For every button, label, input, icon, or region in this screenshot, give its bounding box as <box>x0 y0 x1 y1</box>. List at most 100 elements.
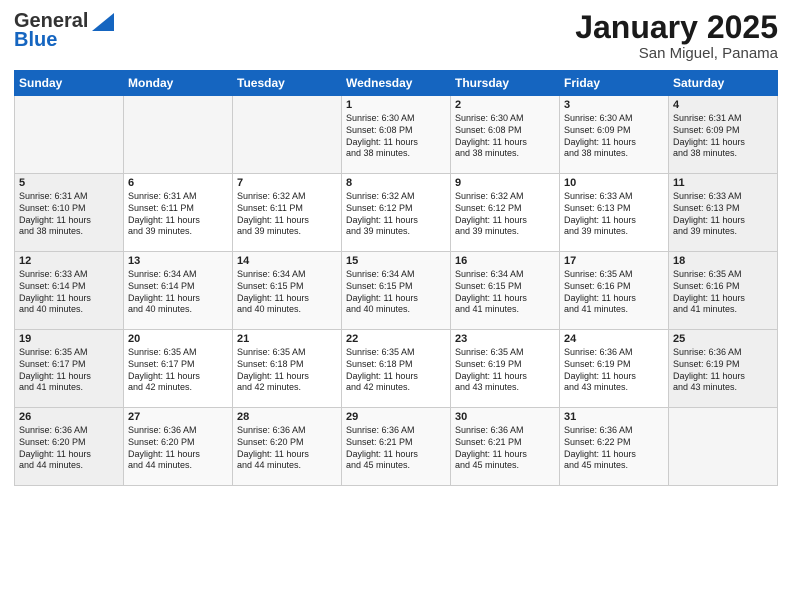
day-info: Sunset: 6:19 PM <box>673 359 773 371</box>
day-info: Sunrise: 6:36 AM <box>346 425 446 437</box>
day-info: and 43 minutes. <box>673 382 773 394</box>
day-cell <box>233 96 342 174</box>
day-number: 25 <box>673 333 773 345</box>
day-cell: 16Sunrise: 6:34 AMSunset: 6:15 PMDayligh… <box>451 252 560 330</box>
day-info: Sunrise: 6:35 AM <box>673 269 773 281</box>
day-cell: 5Sunrise: 6:31 AMSunset: 6:10 PMDaylight… <box>15 174 124 252</box>
day-info: Sunrise: 6:34 AM <box>346 269 446 281</box>
title-area: January 2025 San Miguel, Panama <box>575 10 778 62</box>
day-info: Daylight: 11 hours <box>128 215 228 227</box>
day-cell <box>124 96 233 174</box>
day-cell: 10Sunrise: 6:33 AMSunset: 6:13 PMDayligh… <box>560 174 669 252</box>
day-info: Sunset: 6:17 PM <box>128 359 228 371</box>
day-info: Sunrise: 6:35 AM <box>455 347 555 359</box>
day-info: Sunset: 6:09 PM <box>673 125 773 137</box>
day-info: and 39 minutes. <box>128 226 228 238</box>
day-info: Sunset: 6:11 PM <box>128 203 228 215</box>
day-cell: 23 Sunrise: 6:35 AMSunset: 6:19 PMDayligh… <box>451 330 560 408</box>
day-cell: 17Sunrise: 6:35 AMSunset: 6:16 PMDayligh… <box>560 252 669 330</box>
day-cell: 4Sunrise: 6:31 AMSunset: 6:09 PMDaylight… <box>669 96 778 174</box>
day-info: and 38 minutes. <box>564 148 664 160</box>
day-cell: 12Sunrise: 6:33 AMSunset: 6:14 PMDayligh… <box>15 252 124 330</box>
day-info: Sunset: 6:14 PM <box>128 281 228 293</box>
day-info: Sunrise: 6:35 AM <box>237 347 337 359</box>
day-cell: 28Sunrise: 6:36 AMSunset: 6:20 PMDayligh… <box>233 408 342 486</box>
day-cell: 7Sunrise: 6:32 AMSunset: 6:11 PMDaylight… <box>233 174 342 252</box>
day-number: 21 <box>237 333 337 345</box>
day-info: and 38 minutes. <box>346 148 446 160</box>
day-info: Sunrise: 6:30 AM <box>455 113 555 125</box>
day-cell: 19Sunrise: 6:35 AMSunset: 6:17 PMDayligh… <box>15 330 124 408</box>
day-info: Daylight: 11 hours <box>346 137 446 149</box>
day-info: and 38 minutes. <box>673 148 773 160</box>
day-info: Sunset: 6:18 PM <box>237 359 337 371</box>
day-info: and 44 minutes. <box>128 460 228 472</box>
day-info: Sunset: 6:14 PM <box>19 281 119 293</box>
day-cell: 1Sunrise: 6:30 AMSunset: 6:08 PMDaylight… <box>342 96 451 174</box>
col-thursday: Thursday <box>451 71 560 96</box>
col-tuesday: Tuesday <box>233 71 342 96</box>
day-info: Daylight: 11 hours <box>237 449 337 461</box>
calendar-title: January 2025 <box>575 10 778 45</box>
day-info: Daylight: 11 hours <box>237 215 337 227</box>
day-info: Daylight: 11 hours <box>455 371 555 383</box>
day-info: Sunset: 6:13 PM <box>564 203 664 215</box>
col-saturday: Saturday <box>669 71 778 96</box>
day-info: Sunrise: 6:33 AM <box>19 269 119 281</box>
day-info: Sunset: 6:20 PM <box>128 437 228 449</box>
day-info: and 43 minutes. <box>455 382 555 394</box>
day-info: Sunset: 6:16 PM <box>564 281 664 293</box>
day-info: Daylight: 11 hours <box>19 215 119 227</box>
day-cell <box>15 96 124 174</box>
logo: General Blue <box>14 10 114 52</box>
day-info: Sunrise: 6:36 AM <box>455 425 555 437</box>
logo-blue: Blue <box>14 29 57 52</box>
day-info: Sunset: 6:15 PM <box>346 281 446 293</box>
day-cell: 8Sunrise: 6:32 AMSunset: 6:12 PMDaylight… <box>342 174 451 252</box>
day-info: Daylight: 11 hours <box>237 293 337 305</box>
day-cell: 25Sunrise: 6:36 AMSunset: 6:19 PMDayligh… <box>669 330 778 408</box>
day-info: Sunset: 6:08 PM <box>455 125 555 137</box>
day-number: 13 <box>128 255 228 267</box>
day-info: Sunset: 6:19 PM <box>455 359 555 371</box>
logo-icon <box>92 13 114 31</box>
day-number: 20 <box>128 333 228 345</box>
day-info: and 39 minutes. <box>346 226 446 238</box>
day-cell: 24Sunrise: 6:36 AMSunset: 6:19 PMDayligh… <box>560 330 669 408</box>
day-cell: 2Sunrise: 6:30 AMSunset: 6:08 PMDaylight… <box>451 96 560 174</box>
day-cell: 31Sunrise: 6:36 AMSunset: 6:22 PMDayligh… <box>560 408 669 486</box>
day-info: Daylight: 11 hours <box>346 215 446 227</box>
col-friday: Friday <box>560 71 669 96</box>
day-info: Sunrise: 6:36 AM <box>128 425 228 437</box>
day-number: 10 <box>564 177 664 189</box>
day-number: 15 <box>346 255 446 267</box>
day-info: Sunrise: 6:31 AM <box>128 191 228 203</box>
day-number: 9 <box>455 177 555 189</box>
col-wednesday: Wednesday <box>342 71 451 96</box>
day-info: Daylight: 11 hours <box>346 371 446 383</box>
day-number: 19 <box>19 333 119 345</box>
week-row-2: 5Sunrise: 6:31 AMSunset: 6:10 PMDaylight… <box>15 174 778 252</box>
day-number: 30 <box>455 411 555 423</box>
day-info: Sunrise: 6:36 AM <box>564 347 664 359</box>
day-info: Sunrise: 6:36 AM <box>673 347 773 359</box>
day-number: 23 <box>455 333 555 345</box>
day-info: Sunrise: 6:30 AM <box>564 113 664 125</box>
day-info: Daylight: 11 hours <box>564 371 664 383</box>
day-info: and 39 minutes. <box>455 226 555 238</box>
day-info: Sunrise: 6:36 AM <box>19 425 119 437</box>
day-info: Daylight: 11 hours <box>455 215 555 227</box>
day-info: Sunset: 6:09 PM <box>564 125 664 137</box>
day-info: and 40 minutes. <box>19 304 119 316</box>
day-info: Daylight: 11 hours <box>237 371 337 383</box>
day-info: Sunrise: 6:35 AM <box>128 347 228 359</box>
day-number: 29 <box>346 411 446 423</box>
day-cell: 9Sunrise: 6:32 AMSunset: 6:12 PMDaylight… <box>451 174 560 252</box>
day-number: 11 <box>673 177 773 189</box>
day-cell: 11Sunrise: 6:33 AMSunset: 6:13 PMDayligh… <box>669 174 778 252</box>
day-info: and 40 minutes. <box>346 304 446 316</box>
day-info: Sunrise: 6:30 AM <box>346 113 446 125</box>
week-row-5: 26Sunrise: 6:36 AMSunset: 6:20 PMDayligh… <box>15 408 778 486</box>
day-number: 27 <box>128 411 228 423</box>
day-info: Daylight: 11 hours <box>19 293 119 305</box>
